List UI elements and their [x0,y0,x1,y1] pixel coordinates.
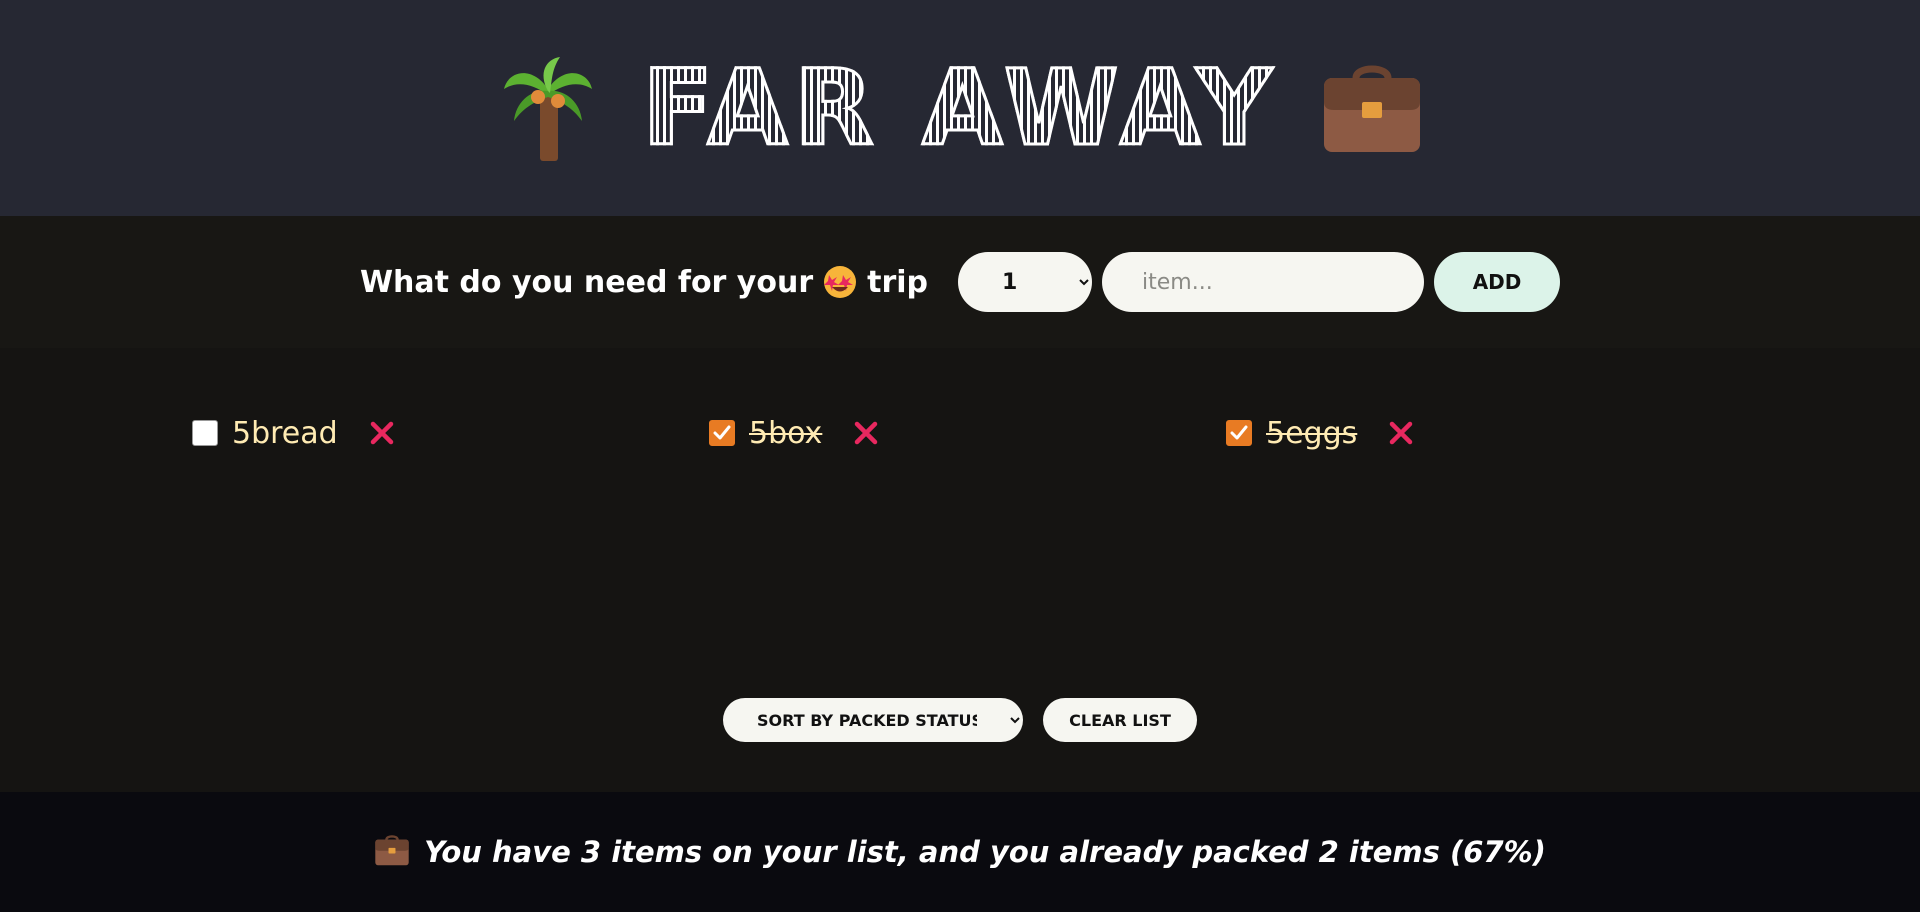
list-actions: SORT BY PACKED STATUS CLEAR LIST [0,697,1920,743]
app-header: FAR AWAY [0,0,1920,216]
logo: FAR AWAY [498,53,1422,163]
checkmark-icon [713,425,731,440]
add-item-form: What do you need for your trip 1 ADD [0,216,1920,348]
list-item: 5bread [192,410,400,456]
form-title-lead: What do you need for your [359,264,814,300]
clear-list-button[interactable]: CLEAR LIST [1043,698,1197,742]
app-title: FAR AWAY [641,47,1278,169]
add-button[interactable]: ADD [1434,252,1561,312]
briefcase-icon [374,834,410,870]
checkmark-icon [1230,425,1248,440]
item-label: 5eggs [1266,415,1358,451]
stats-footer: You have 3 items on your list, and you a… [0,792,1920,912]
briefcase-icon [1322,53,1422,163]
item-label: 5box [749,415,823,451]
stats-text: You have 3 items on your list, and you a… [424,835,1546,869]
packed-checkbox[interactable] [1226,420,1252,446]
item-input[interactable] [1102,252,1425,312]
list-item: 5box [709,410,884,456]
packed-checkbox[interactable] [192,420,218,446]
delete-item-button[interactable] [848,415,884,451]
packed-checkbox[interactable] [709,420,735,446]
list-item: 5eggs [1226,410,1419,456]
delete-item-button[interactable] [1383,415,1419,451]
close-icon [855,421,878,445]
close-icon [1390,421,1413,445]
form-title-trail: trip [867,264,929,300]
form-title: What do you need for your trip [360,265,928,300]
quantity-select[interactable]: 1 [958,252,1093,312]
sort-select[interactable]: SORT BY PACKED STATUS [723,698,1023,742]
delete-item-button[interactable] [364,415,400,451]
star-struck-face-icon [823,265,857,299]
item-label: 5bread [232,415,338,451]
close-icon [370,421,393,445]
palm-tree-icon [498,53,598,163]
